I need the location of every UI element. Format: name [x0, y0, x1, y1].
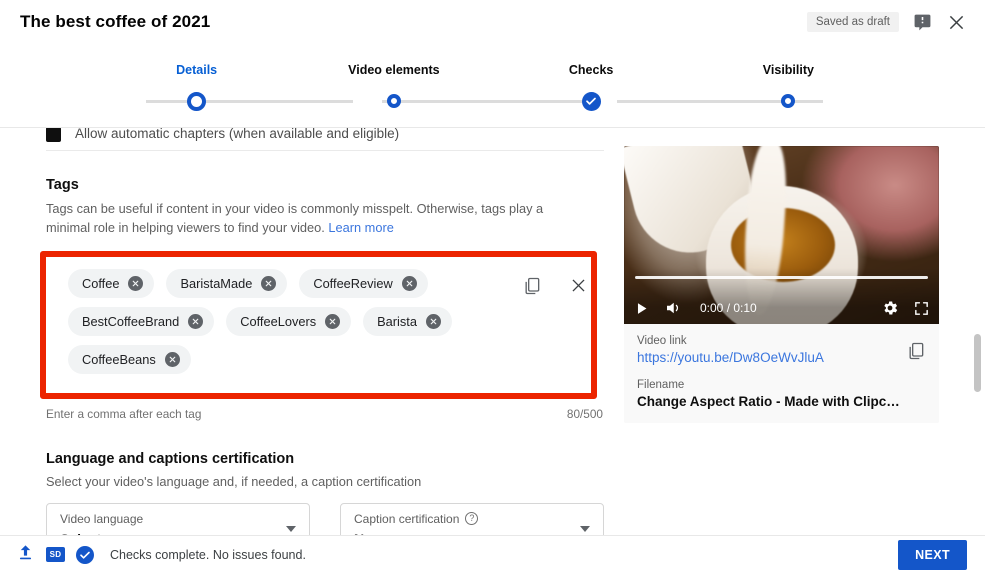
- tag-chip[interactable]: BaristaMade: [166, 268, 288, 298]
- step-indicator-icon: [381, 88, 407, 114]
- language-selects: Video language Select Caption certificat…: [46, 502, 604, 538]
- feedback-icon[interactable]: [911, 11, 933, 33]
- video-time: 0:00 / 0:10: [700, 301, 757, 315]
- tags-field-wrapper: Coffee BaristaMade CoffeeReview BestCoff…: [40, 250, 603, 399]
- tag-remove-icon[interactable]: [325, 313, 341, 329]
- video-metadata: Video link https://youtu.be/Dw8OeWvJluA …: [624, 324, 939, 423]
- checkbox-checked-icon[interactable]: [46, 128, 61, 142]
- tags-hint: Enter a comma after each tag: [46, 406, 202, 421]
- video-link[interactable]: https://youtu.be/Dw8OeWvJluA: [637, 350, 926, 365]
- tags-description: Tags can be useful if content in your vi…: [46, 199, 576, 238]
- tag-chip[interactable]: CoffeeBeans: [68, 344, 191, 374]
- step-label: Checks: [568, 63, 614, 77]
- tags-input-area[interactable]: Coffee BaristaMade CoffeeReview BestCoff…: [46, 255, 603, 395]
- tag-chip[interactable]: CoffeeReview: [299, 268, 428, 298]
- step-label: Details: [176, 63, 218, 77]
- progress-stepper: Details Video elements Checks Visibility: [0, 44, 985, 128]
- next-button[interactable]: NEXT: [898, 539, 967, 570]
- scrollbar-thumb[interactable]: [974, 334, 981, 392]
- filename-value: Change Aspect Ratio - Made with Clipc…: [637, 394, 900, 409]
- tags-description-text: Tags can be useful if content in your vi…: [46, 201, 544, 236]
- volume-icon[interactable]: [664, 299, 682, 317]
- step-label: Video elements: [348, 63, 440, 77]
- fullscreen-icon[interactable]: [913, 300, 930, 317]
- step-indicator-icon: [775, 88, 801, 114]
- tag-chip[interactable]: BestCoffeeBrand: [68, 306, 215, 336]
- player-controls: 0:00 / 0:10: [624, 268, 939, 324]
- tag-remove-icon[interactable]: [164, 351, 180, 367]
- tag-remove-icon[interactable]: [401, 275, 417, 291]
- filename-label: Filename: [637, 379, 685, 391]
- vertical-scrollbar[interactable]: [974, 132, 981, 534]
- tag-chip-label: BestCoffeeBrand: [82, 313, 180, 329]
- tag-chip-label: CoffeeBeans: [82, 351, 156, 367]
- language-heading: Language and captions certification: [46, 450, 295, 467]
- play-icon[interactable]: [633, 300, 650, 317]
- video-player[interactable]: 0:00 / 0:10: [624, 146, 939, 324]
- automatic-chapters-label: Allow automatic chapters (when available…: [75, 128, 400, 141]
- step-label: Visibility: [762, 63, 814, 77]
- status-badge: Saved as draft: [806, 12, 899, 32]
- dialog-body: Allow automatic chapters (when available…: [0, 128, 985, 538]
- chevron-down-icon[interactable]: [286, 525, 296, 532]
- check-circle-icon: [76, 545, 94, 564]
- video-preview-panel: 0:00 / 0:10 Video link https://youtu.be/…: [624, 146, 939, 423]
- tag-chip-label: BaristaMade: [180, 275, 253, 291]
- copy-icon[interactable]: [521, 275, 543, 297]
- tag-chip-label: CoffeeLovers: [240, 313, 317, 329]
- header-actions: Saved as draft: [806, 11, 967, 33]
- clear-tags-close-icon[interactable]: [567, 275, 589, 297]
- tag-remove-icon[interactable]: [261, 275, 277, 291]
- video-language-select[interactable]: Video language Select: [46, 502, 310, 538]
- dialog-footer: SD Checks complete. No issues found. NEX…: [0, 535, 985, 573]
- tag-chip[interactable]: Coffee: [68, 268, 155, 298]
- tags-character-counter: 80/500: [566, 406, 603, 421]
- step-complete-check-icon: [578, 88, 604, 114]
- step-video-elements[interactable]: Video elements: [295, 44, 492, 127]
- step-connector-2: [382, 100, 588, 103]
- details-form-column: Allow automatic chapters (when available…: [40, 128, 604, 538]
- step-details[interactable]: Details: [98, 44, 295, 127]
- step-indicator-icon: [184, 88, 210, 114]
- tag-chip-label: Barista: [377, 313, 417, 329]
- tags-action-icons: [521, 275, 589, 297]
- tag-remove-icon[interactable]: [128, 275, 144, 291]
- dialog-header: The best coffee of 2021 Saved as draft: [0, 0, 985, 44]
- help-icon[interactable]: ?: [465, 512, 479, 526]
- progress-bar[interactable]: [635, 276, 928, 279]
- quality-badge: SD: [46, 547, 65, 562]
- tag-chip[interactable]: Barista: [363, 306, 452, 336]
- step-connector-1: [146, 100, 353, 103]
- video-link-label: Video link: [637, 335, 687, 347]
- step-checks[interactable]: Checks: [493, 44, 690, 127]
- video-upload-dialog: The best coffee of 2021 Saved as draft D…: [0, 0, 985, 573]
- page-title: The best coffee of 2021: [20, 12, 211, 31]
- checks-status-text: Checks complete. No issues found.: [110, 547, 306, 562]
- tag-chip-label: CoffeeReview: [313, 275, 393, 291]
- upload-status-icons: SD: [16, 543, 94, 567]
- automatic-chapters-row[interactable]: Allow automatic chapters (when available…: [46, 128, 604, 146]
- tag-remove-icon[interactable]: [188, 313, 204, 329]
- section-divider: [46, 150, 604, 151]
- language-description: Select your video's language and, if nee…: [46, 473, 422, 489]
- video-language-label: Video language: [60, 511, 144, 526]
- gear-icon[interactable]: [881, 299, 899, 317]
- tag-remove-icon[interactable]: [425, 313, 441, 329]
- tag-chip-list: Coffee BaristaMade CoffeeReview BestCoff…: [68, 268, 518, 374]
- close-icon[interactable]: [945, 11, 967, 33]
- step-visibility[interactable]: Visibility: [690, 44, 887, 127]
- caption-certification-select[interactable]: Caption certification ? None: [340, 502, 604, 538]
- chevron-down-icon[interactable]: [580, 525, 590, 532]
- tags-learn-more-link[interactable]: Learn more: [328, 220, 393, 235]
- copy-icon[interactable]: [906, 341, 926, 366]
- tags-footer: Enter a comma after each tag 80/500: [46, 407, 603, 421]
- tag-chip-label: Coffee: [82, 275, 120, 291]
- tags-heading: Tags: [46, 177, 79, 193]
- tag-chip[interactable]: CoffeeLovers: [226, 306, 352, 336]
- upload-icon: [16, 543, 35, 567]
- caption-certification-label: Caption certification: [354, 511, 460, 526]
